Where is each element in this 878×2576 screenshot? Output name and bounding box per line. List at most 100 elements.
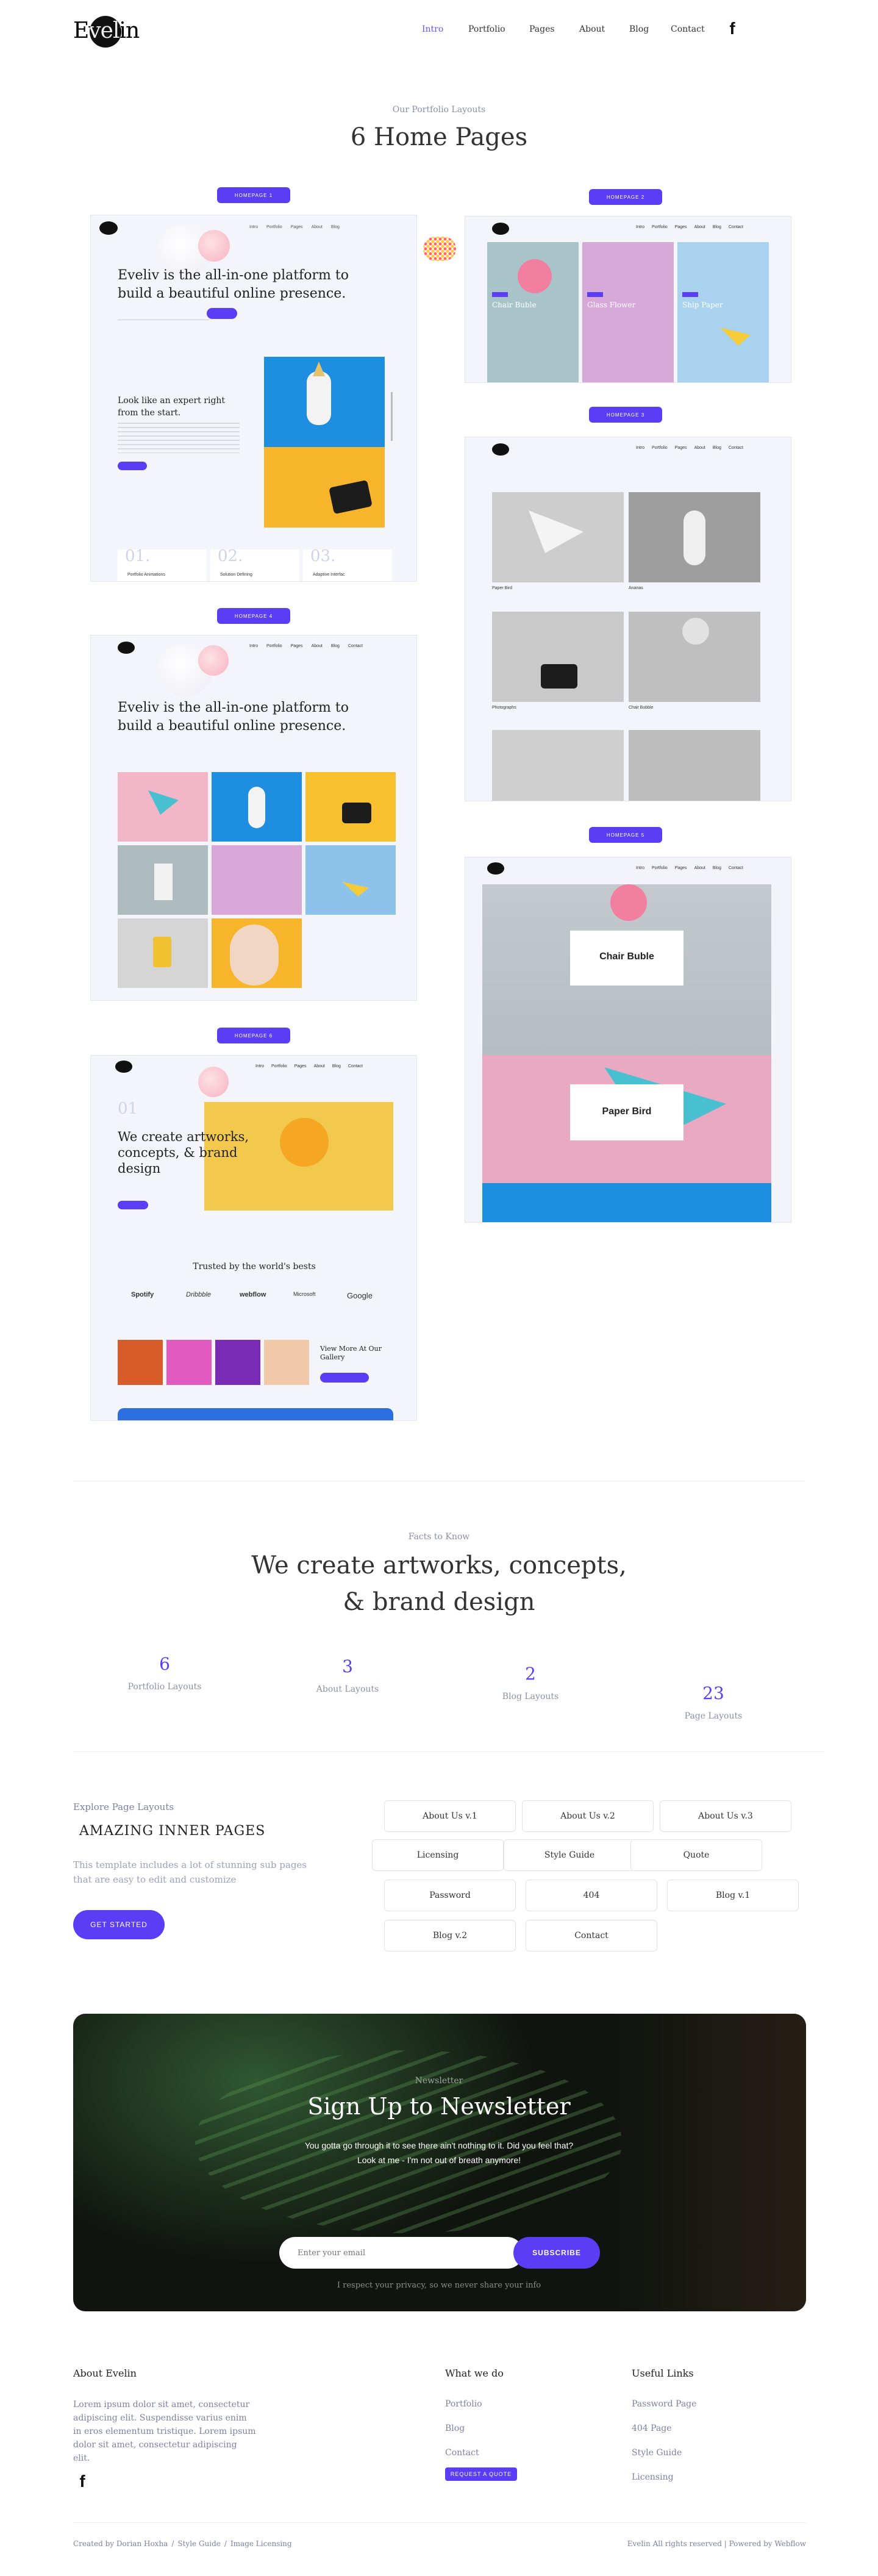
facebook-icon[interactable]: f [722, 18, 743, 39]
mini-logo [118, 642, 135, 654]
mini-nav: Intro Portfolio Pages About Blog Contact [255, 1064, 363, 1068]
homepage-4-button[interactable]: HOMEPAGE 4 [217, 608, 290, 624]
confetti-decor [423, 237, 456, 261]
ananas-image [629, 492, 760, 582]
divider [73, 2522, 806, 2523]
inner-kicker: Explore Page Layouts [73, 1801, 174, 1812]
page-link-404[interactable]: 404 [526, 1880, 657, 1911]
credit-link[interactable]: Created by Dorian Hoxha [73, 2539, 168, 2548]
page-link-about-v3[interactable]: About Us v.3 [660, 1800, 791, 1832]
mini-badge [682, 292, 698, 297]
privacy-note: I respect your privacy, so we never shar… [337, 2281, 541, 2290]
facts-title-line1: We create artworks, concepts, [251, 1551, 627, 1580]
homepage-2-preview[interactable]: Intro Portfolio Pages About Blog Contact Chai… [465, 216, 791, 383]
caption: Glass Flower [587, 301, 636, 309]
homepage-1-preview[interactable]: Intro Portfolio Pages About Blog Eveliv is t… [90, 215, 417, 582]
feature-num: 03. [310, 547, 336, 565]
homepage-6-button[interactable]: HOMEPAGE 6 [217, 1028, 290, 1043]
page-link-quote[interactable]: Quote [630, 1839, 762, 1871]
page-link-blog-v2[interactable]: Blog v.2 [384, 1920, 516, 1952]
footer-whatwedo-title: What we do [445, 2367, 504, 2379]
logo[interactable]: Evelin [73, 16, 140, 48]
page-link-about-v2[interactable]: About Us v.2 [522, 1800, 654, 1832]
footer-bottom-left: Created by Dorian Hoxha / Style Guide / Im… [73, 2539, 292, 2548]
page-link-style-guide[interactable]: Style Guide [504, 1839, 635, 1871]
style-guide-link[interactable]: Style Guide [177, 2539, 221, 2548]
caption: Chair Bubble [629, 706, 654, 710]
homepage-3-button[interactable]: HOMEPAGE 3 [589, 407, 662, 423]
mini-nav: Intro Portfolio Pages About Blog Contact [636, 446, 743, 450]
subscribe-button[interactable]: SUBSCRIBE [513, 2237, 600, 2269]
layouts-kicker: Our Portfolio Layouts [392, 105, 486, 115]
newsletter-desc-1: You gotta go through it to see there ain… [304, 2141, 574, 2150]
page-link-blog-v1[interactable]: Blog v.1 [667, 1880, 799, 1911]
stat-label: Blog Layouts [502, 1692, 559, 1701]
email-input[interactable] [279, 2237, 523, 2269]
inner-desc: This template includes a lot of stunning… [73, 1859, 307, 1885]
hp5-number: 01 [118, 1100, 138, 1118]
mini-logo [99, 221, 118, 235]
newsletter-desc-2: Look at me - I'm not out of breath anymo… [357, 2155, 521, 2165]
paper-bird-image [492, 492, 624, 582]
feature-num: 01. [125, 547, 151, 565]
request-quote-button[interactable]: REQUEST A QUOTE [445, 2467, 517, 2481]
hp5-headline: We create artworks, concepts, & brand de… [118, 1129, 249, 1176]
mini-logo [487, 862, 504, 875]
layouts-title: 6 Home Pages [350, 123, 528, 151]
card-title: Chair Buble [599, 951, 654, 962]
nav-intro[interactable]: Intro [422, 24, 443, 37]
hp4-headline: Eveliv is the all-in-one platform to bui… [118, 700, 349, 734]
image-licensing-link[interactable]: Image Licensing [230, 2539, 292, 2548]
camera-image [264, 447, 385, 528]
feature-num: 02. [218, 547, 243, 565]
nav-portfolio[interactable]: Portfolio [468, 24, 505, 37]
page-link-password[interactable]: Password [384, 1880, 516, 1911]
get-started-button[interactable]: GET STARTED [73, 1910, 165, 1939]
footer-about-title: About Evelin [73, 2367, 137, 2379]
grid-image [212, 845, 302, 915]
inner-title: AMAZING INNER PAGES [79, 1823, 266, 1839]
divider [73, 1751, 824, 1752]
footer-link-licensing[interactable]: Licensing [632, 2471, 674, 2483]
footer-link-style-guide[interactable]: Style Guide [632, 2447, 682, 2459]
footer-link-password[interactable]: Password Page [632, 2398, 696, 2410]
page-link-about-v1[interactable]: About Us v.1 [384, 1800, 516, 1832]
homepage-5-preview[interactable]: Intro Portfolio Pages About Blog Contact Chai… [465, 857, 791, 1223]
footer-link-contact[interactable]: Contact [445, 2447, 479, 2459]
homepage-3-preview[interactable]: Intro Portfolio Pages About Blog Contact Pape… [465, 437, 791, 801]
homepage-6-preview[interactable]: Intro Portfolio Pages About Blog Contact 01 W… [90, 1055, 417, 1421]
nav-pages[interactable]: Pages [529, 24, 555, 37]
footer-link-blog[interactable]: Blog [445, 2422, 465, 2435]
homepage-5-button[interactable]: HOMEPAGE 5 [589, 827, 662, 843]
mini-nav: Intro Portfolio Pages About Blog Contact [636, 225, 743, 229]
homepage-1-button[interactable]: HOMEPAGE 1 [217, 187, 290, 203]
pineapple-image [264, 357, 385, 447]
decor-bubble [198, 230, 230, 262]
mini-button [320, 1373, 369, 1383]
nav-contact[interactable]: Contact [671, 24, 705, 37]
mini-email [118, 308, 209, 320]
caption: Ananas [629, 586, 643, 590]
newsletter-kicker: Newsletter [415, 2076, 463, 2086]
footer-link-portfolio[interactable]: Portfolio [445, 2398, 482, 2410]
caption: Paper Bird [492, 586, 513, 590]
homepage-4-preview[interactable]: Intro Portfolio Pages About Blog Contact Evel… [90, 635, 417, 1001]
nav-about[interactable]: About [579, 24, 605, 37]
trusted-title: Trusted by the world's bests [193, 1262, 316, 1272]
mini-button [118, 462, 147, 470]
page-link-licensing[interactable]: Licensing [372, 1839, 504, 1871]
homepage-2-button[interactable]: HOMEPAGE 2 [589, 189, 662, 205]
stat-number: 23 [702, 1683, 724, 1703]
facts-kicker: Facts to Know [408, 1532, 470, 1542]
mini-text [118, 423, 240, 453]
newsletter-title: Sign Up to Newsletter [307, 2093, 571, 2120]
footer-link-404[interactable]: 404 Page [632, 2422, 672, 2435]
footer-useful-title: Useful Links [632, 2367, 694, 2379]
gallery-thumb [215, 1340, 260, 1385]
facebook-icon[interactable]: f [72, 2471, 93, 2492]
gallery-text: View More At Our Gallery [320, 1345, 382, 1361]
grid-image [118, 845, 208, 915]
nav-blog[interactable]: Blog [629, 24, 649, 37]
page-link-contact[interactable]: Contact [526, 1920, 657, 1952]
grid-image [212, 918, 302, 988]
